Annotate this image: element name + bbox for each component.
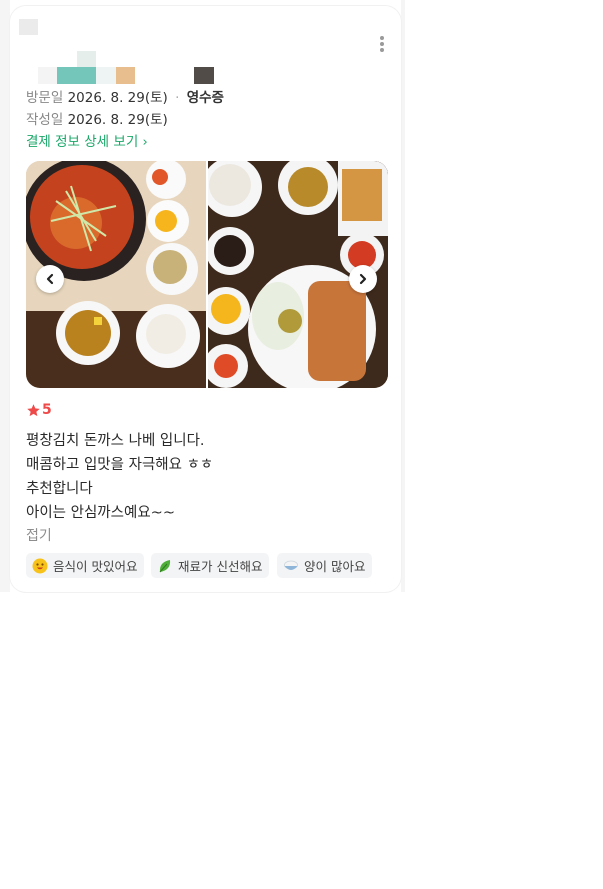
payment-detail-label: 결제 정보 상세 보기 xyxy=(26,134,139,150)
payment-detail-link[interactable]: 결제 정보 상세 보기 › xyxy=(26,130,148,150)
written-date: 2026. 8. 29(토) xyxy=(67,112,168,128)
separator: · xyxy=(175,90,180,106)
tag-fresh[interactable]: 재료가 신선해요 xyxy=(151,553,270,578)
chevron-right-icon xyxy=(359,273,367,285)
visit-label: 방문일 xyxy=(26,90,64,106)
star-icon xyxy=(27,403,40,416)
written-date-row: 작성일 2026. 8. 29(토) xyxy=(26,108,168,128)
carousel-next-button[interactable] xyxy=(349,265,377,293)
rating: 5 xyxy=(26,402,52,418)
leaf-icon xyxy=(159,559,171,572)
right-gutter xyxy=(401,0,405,592)
review-text-line-3: 추천합니다 xyxy=(26,481,93,497)
chevron-right-icon: › xyxy=(142,135,148,150)
written-label: 작성일 xyxy=(26,112,64,128)
photo-carousel[interactable] xyxy=(26,161,388,388)
visit-date-row: 방문일 2026. 8. 29(토) · 영수증 xyxy=(26,86,224,106)
fold-button[interactable]: 접기 xyxy=(26,525,52,545)
avatar[interactable] xyxy=(19,19,38,35)
tag-label: 재료가 신선해요 xyxy=(178,559,263,574)
more-dots-icon xyxy=(380,36,384,40)
review-text-line-1: 평창김치 돈까스 나베 입니다. xyxy=(26,433,205,449)
tag-label: 양이 많아요 xyxy=(304,559,366,574)
review-text-line-4: 아이는 안심까스예요~~ xyxy=(26,505,175,521)
carousel-prev-button[interactable] xyxy=(36,265,64,293)
tag-tasty[interactable]: 음식이 맛있어요 xyxy=(26,553,145,578)
more-options-button[interactable] xyxy=(372,34,392,56)
tag-generous-portion[interactable]: 양이 많아요 xyxy=(277,553,373,578)
chevron-left-icon xyxy=(46,273,54,285)
smiley-face-icon xyxy=(32,558,48,573)
review-text-line-2: 매콤하고 입맛을 자극해요 ㅎㅎ xyxy=(26,457,214,473)
visit-date: 2026. 8. 29(토) xyxy=(67,90,168,106)
receipt-badge: 영수증 xyxy=(186,90,224,106)
rice-bowl-icon xyxy=(284,560,298,570)
left-gutter xyxy=(0,0,10,592)
rating-value: 5 xyxy=(42,402,52,418)
tag-label: 음식이 맛있어요 xyxy=(53,559,138,574)
